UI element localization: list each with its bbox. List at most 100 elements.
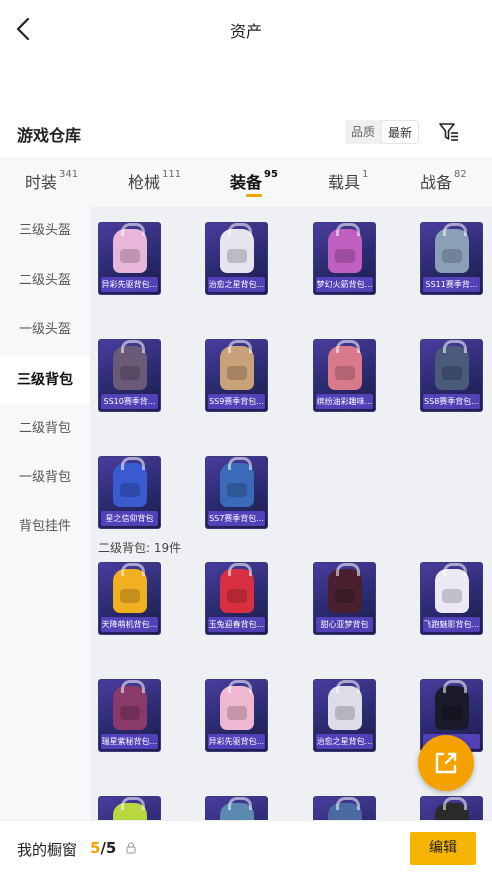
active-tab-indicator [246, 194, 262, 197]
item-grid: 二级背包: 19件 异彩先驱背包... 治愈之星背包... 梦幻火箭背包... SS1… [90, 207, 492, 820]
lock-icon [126, 842, 136, 854]
showcase-label: 我的橱窗 [17, 841, 78, 859]
tab-count: 341 [59, 169, 79, 180]
backpack-image [113, 563, 147, 613]
backpack-image [435, 797, 469, 820]
tab-supplies[interactable]: 战备 82 [420, 169, 467, 193]
backpack-image [328, 223, 362, 273]
item-card[interactable]: 玉兔迎春背包... [205, 562, 268, 635]
showcase-total: /5 [100, 839, 117, 857]
item-card[interactable]: 治愈之星背包... [313, 679, 376, 752]
sidebar: 三级头盔 二级头盔 一级头盔 三级背包 二级背包 一级背包 背包挂件 [0, 207, 90, 820]
tab-count: 1 [362, 169, 369, 180]
filter-button[interactable] [436, 119, 462, 145]
tab-fashion[interactable]: 时装 341 [25, 169, 78, 193]
item-card[interactable]: 天降萌机背包... [98, 562, 161, 635]
backpack-image [113, 457, 147, 507]
tab-count: 95 [264, 169, 278, 180]
backpack-image [435, 223, 469, 273]
bottom-bar: 我的橱窗 5/5 编辑 [0, 820, 492, 876]
sidebar-item-lv1-backpack[interactable]: 一级背包 [0, 454, 90, 502]
sort-quality-button[interactable]: 品质 [345, 120, 381, 144]
tab-label: 战备 [420, 173, 453, 192]
backpack-image [113, 680, 147, 730]
item-card[interactable] [420, 796, 483, 820]
item-card[interactable]: SS7赛季背包... [205, 456, 268, 529]
backpack-image [220, 563, 254, 613]
backpack-image [113, 340, 147, 390]
backpack-image [220, 797, 254, 820]
backpack-image [435, 563, 469, 613]
page-title: 资产 [229, 22, 262, 41]
item-card[interactable]: 异彩先驱背包... [205, 679, 268, 752]
item-name: SS8赛季背包... [423, 394, 480, 409]
warehouse-title: 游戏仓库 [17, 126, 82, 145]
item-card[interactable]: 甜心亚梦背包 [313, 562, 376, 635]
item-card[interactable]: 瑞星紫秘背包... [98, 679, 161, 752]
item-name: 玉兔迎春背包... [208, 617, 265, 632]
item-name: 甜心亚梦背包 [316, 617, 373, 632]
share-button[interactable] [418, 735, 474, 791]
top-bar: 资产 [0, 0, 492, 58]
backpack-image [328, 563, 362, 613]
item-card[interactable]: 星之信仰背包 [98, 456, 161, 529]
item-card[interactable]: 梦幻火箭背包... [313, 222, 376, 295]
tab-label: 时装 [25, 173, 58, 192]
backpack-image [435, 680, 469, 730]
item-card[interactable]: SS9赛季背包... [205, 339, 268, 412]
item-name: 梦幻火箭背包... [316, 277, 373, 292]
item-name: SS10赛季背... [101, 394, 158, 409]
edit-button[interactable]: 编辑 [410, 832, 476, 865]
item-name: 治愈之星背包... [208, 277, 265, 292]
item-card[interactable]: SS10赛季背... [98, 339, 161, 412]
sidebar-item-lv2-helmet[interactable]: 二级头盔 [0, 257, 90, 305]
sidebar-item-lv3-helmet[interactable]: 三级头盔 [0, 207, 90, 255]
item-card[interactable] [313, 796, 376, 820]
item-card[interactable]: SS11赛季背... [420, 222, 483, 295]
item-card[interactable] [205, 796, 268, 820]
sidebar-item-backpack-charm[interactable]: 背包挂件 [0, 503, 90, 551]
item-name: 治愈之星背包... [316, 734, 373, 749]
backpack-image [328, 680, 362, 730]
backpack-image [113, 223, 147, 273]
sort-latest-button[interactable]: 最新 [381, 120, 420, 144]
filter-icon [439, 123, 458, 141]
sidebar-item-lv3-backpack[interactable]: 三级背包 [0, 356, 90, 404]
backpack-image [220, 223, 254, 273]
sidebar-item-lv1-helmet[interactable]: 一级头盔 [0, 306, 90, 354]
tab-count: 111 [162, 169, 182, 180]
tab-label: 枪械 [128, 173, 161, 192]
item-name: SS7赛季背包... [208, 511, 265, 526]
item-card[interactable]: 治愈之星背包... [205, 222, 268, 295]
showcase-count: 5/5 [90, 839, 116, 857]
item-card[interactable]: 缤纷油彩趣味... [313, 339, 376, 412]
sort-toggle: 品质 最新 [345, 120, 420, 144]
backpack-image [328, 797, 362, 820]
tab-weapons[interactable]: 枪械 111 [128, 169, 181, 193]
showcase-current: 5 [90, 839, 101, 857]
tab-count: 82 [454, 169, 467, 180]
backpack-image [328, 340, 362, 390]
sidebar-item-lv2-backpack[interactable]: 二级背包 [0, 405, 90, 453]
external-link-icon [435, 752, 457, 774]
backpack-image [435, 340, 469, 390]
item-card[interactable]: 飞跑魅影背包... [420, 562, 483, 635]
item-name: 瑞星紫秘背包... [101, 734, 158, 749]
item-card[interactable]: SS8赛季背包... [420, 339, 483, 412]
tab-label: 载具 [328, 173, 361, 192]
backpack-image [220, 680, 254, 730]
item-name: SS11赛季背... [423, 277, 480, 292]
item-name: 缤纷油彩趣味... [316, 394, 373, 409]
tab-equipment[interactable]: 装备 95 [230, 169, 278, 193]
backpack-image [113, 797, 147, 820]
item-name: SS9赛季背包... [208, 394, 265, 409]
item-name: 异彩先驱背包... [101, 277, 158, 292]
backpack-image [220, 457, 254, 507]
item-name: 飞跑魅影背包... [423, 617, 480, 632]
item-card[interactable]: 异彩先驱背包... [98, 222, 161, 295]
item-name: 星之信仰背包 [101, 511, 158, 526]
backpack-image [220, 340, 254, 390]
tab-vehicles[interactable]: 载具 1 [328, 169, 368, 193]
item-card[interactable] [98, 796, 161, 820]
item-name: 天降萌机背包... [101, 617, 158, 632]
